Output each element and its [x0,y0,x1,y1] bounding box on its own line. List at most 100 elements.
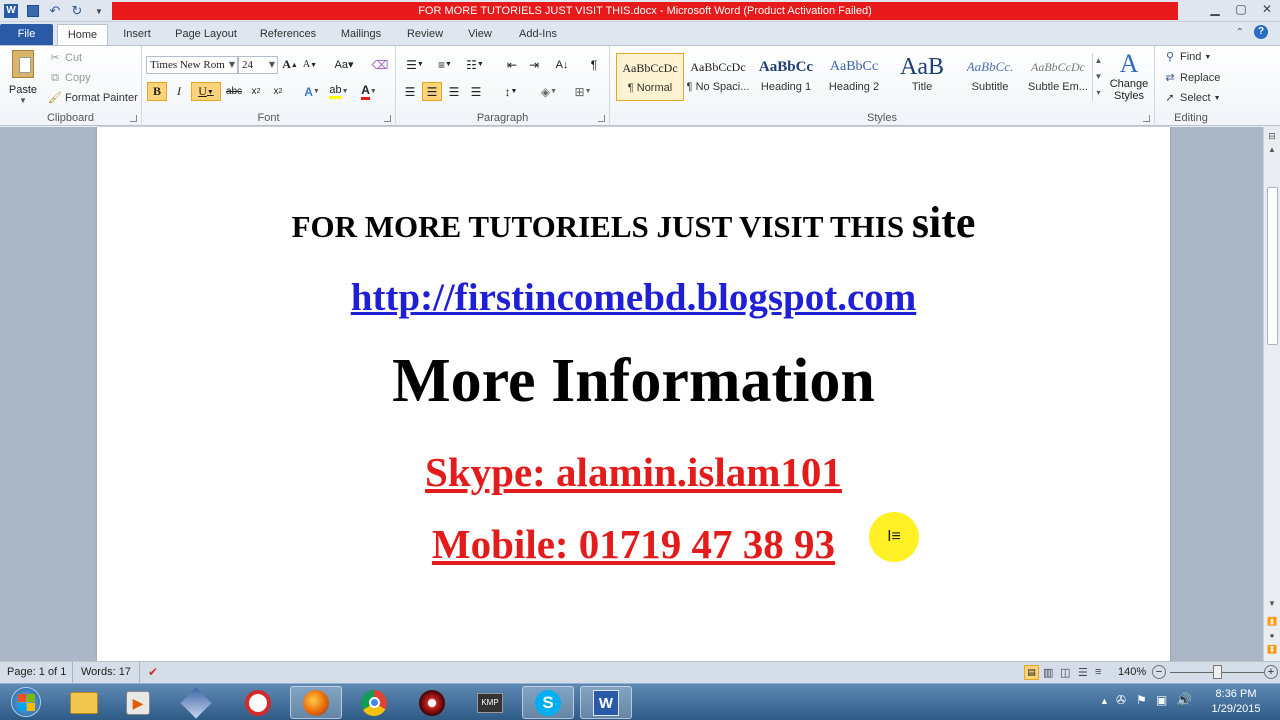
align-right-icon[interactable]: ☰ [444,82,464,101]
minimize-icon[interactable]: ▁ [1202,0,1228,18]
tab-references[interactable]: References [252,24,324,45]
font-name-dropdown-icon[interactable]: ▼ [229,57,235,73]
show-hidden-icons-icon[interactable]: ▲ [1100,696,1109,706]
doc-link[interactable]: http://firstincomebd.blogspot.com [97,275,1170,320]
style-no-spacing[interactable]: AaBbCcDc ¶ No Spaci... [684,53,752,101]
full-screen-reading-icon[interactable]: ▥ [1043,666,1053,679]
style-normal[interactable]: AaBbCcDc ¶ Normal [616,53,684,101]
style-subtitle[interactable]: AaBbCc. Subtitle [956,53,1024,101]
action-center-flag-icon[interactable]: ⚑ [1136,693,1147,707]
app-taskbar-icon[interactable] [170,686,222,719]
media-app-taskbar-icon[interactable] [406,686,458,719]
subscript-icon[interactable]: x2 [246,82,266,101]
zoom-in-icon[interactable]: + [1264,665,1278,679]
draft-view-icon[interactable]: ≡ [1095,666,1101,678]
save-icon[interactable] [24,2,42,20]
select-button[interactable]: ➚ Select ▼ [1163,91,1220,105]
proofing-icon[interactable]: ✔ [148,665,158,679]
firefox-taskbar-icon[interactable] [290,686,342,719]
clipboard-dialog-launcher-icon[interactable] [130,115,137,122]
vertical-scrollbar[interactable]: ⊟ ▲ ▼ ⏫ ● ⏬ [1263,127,1280,661]
browse-object-icon[interactable]: ● [1266,631,1278,643]
ccleaner-taskbar-icon[interactable] [232,686,284,719]
grow-font-icon[interactable]: A ▲ [280,55,300,74]
outline-view-icon[interactable]: ☰ [1078,666,1088,679]
shading-icon[interactable]: ◈ ▼ [534,82,564,101]
undo-icon[interactable]: ↶ [46,2,64,20]
page-count[interactable]: Page: 1 of 1 [7,666,66,678]
paragraph-dialog-launcher-icon[interactable] [598,115,605,122]
skype-taskbar-icon[interactable]: S [522,686,574,719]
start-button[interactable] [6,685,46,719]
decrease-indent-icon[interactable]: ⇤ [502,55,522,74]
change-styles-button[interactable]: A Change Styles [1106,50,1152,110]
scroll-down-icon[interactable]: ▼ [1266,599,1278,613]
font-size-combo[interactable]: 24 ▼ [238,56,278,74]
scrollbar-thumb[interactable] [1267,187,1278,345]
justify-icon[interactable]: ☰ [466,82,486,101]
style-heading-1[interactable]: AaBbCc Heading 1 [752,53,820,101]
tab-add-ins[interactable]: Add-Ins [510,24,566,45]
font-color-icon[interactable]: A ▼ [356,82,382,101]
tab-review[interactable]: Review [400,24,450,45]
style-title[interactable]: AaB Title [888,53,956,101]
word-count[interactable]: Words: 17 [81,666,131,678]
scroll-up-icon[interactable]: ▲ [1266,145,1278,159]
kmplayer-taskbar-icon[interactable]: KMP [464,686,516,719]
volume-icon[interactable]: 🔊 [1176,692,1192,708]
increase-indent-icon[interactable]: ⇥ [524,55,544,74]
explorer-taskbar-icon[interactable] [58,686,110,719]
show-formatting-marks-icon[interactable]: ¶ [584,55,604,74]
underline-button[interactable]: U ▼ [191,82,221,101]
network-icon[interactable]: ▣ [1156,693,1167,707]
help-icon[interactable]: ? [1254,25,1268,39]
clear-formatting-icon[interactable]: ⌫ [370,55,390,74]
bold-button[interactable]: B [147,82,167,101]
copy-button[interactable]: ⧉ Copy [48,71,91,85]
font-dialog-launcher-icon[interactable] [384,115,391,122]
word-taskbar-icon[interactable]: W [580,686,632,719]
font-name-combo[interactable]: Times New Rom ▼ [146,56,238,74]
multilevel-list-icon[interactable]: ☷ ▼ [462,55,488,74]
document-page[interactable]: FOR MORE TUTORIELS JUST VISIT THIS site … [97,127,1170,661]
line-spacing-icon[interactable]: ↕ ▼ [498,82,524,101]
replace-button[interactable]: ⇄ Replace [1163,71,1220,85]
doc-line-title[interactable]: FOR MORE TUTORIELS JUST VISIT THIS site [97,197,1170,248]
format-painter-button[interactable]: 🖌 Format Painter [48,91,138,105]
maximize-icon[interactable]: ▢ [1228,0,1254,18]
close-icon[interactable]: ✕ [1254,0,1280,18]
font-size-dropdown-icon[interactable]: ▼ [269,57,275,73]
find-button[interactable]: ⚲ Find ▼ [1163,50,1211,64]
styles-dialog-launcher-icon[interactable] [1143,115,1150,122]
text-highlight-color-icon[interactable]: ab ▼ [326,82,352,101]
style-subtle-emphasis[interactable]: AaBbCcDc Subtle Em... [1024,53,1092,101]
align-left-icon[interactable]: ☰ [400,82,420,101]
web-layout-icon[interactable]: ◫ [1060,666,1070,679]
superscript-icon[interactable]: x2 [268,82,288,101]
chrome-taskbar-icon[interactable] [348,686,400,719]
zoom-level[interactable]: 140% [1118,666,1146,678]
numbering-icon[interactable]: ≡ ▼ [432,55,458,74]
shrink-font-icon[interactable]: A ▼ [300,55,320,74]
tab-page-layout[interactable]: Page Layout [168,24,244,45]
doc-heading[interactable]: More Information [97,346,1170,417]
minimize-ribbon-icon[interactable]: ⌃ [1236,27,1244,38]
system-clock[interactable]: 8:36 PM 1/29/2015 [1200,687,1272,717]
doc-skype[interactable]: Skype: alamin.islam101 [97,448,1170,496]
zoom-slider-thumb[interactable] [1213,665,1222,679]
next-page-icon[interactable]: ⏬ [1266,645,1278,657]
bullets-icon[interactable]: ☰ ▼ [402,55,428,74]
style-heading-2[interactable]: AaBbCc Heading 2 [820,53,888,101]
align-center-icon[interactable]: ☰ [422,82,442,101]
word-app-icon[interactable]: W [2,2,20,20]
change-case-icon[interactable]: Aa▾ [332,55,356,74]
paste-button[interactable]: Paste ▼ [6,50,40,106]
customize-qat-icon[interactable]: ▼ [90,2,108,20]
text-effects-icon[interactable]: A ▼ [300,82,324,101]
ruler-toggle-icon[interactable]: ⊟ [1266,131,1278,143]
redo-icon[interactable]: ↻ [68,2,86,20]
zoom-out-icon[interactable]: − [1152,665,1166,679]
styles-scroll[interactable]: ▲ ▼ ▾ [1092,53,1104,101]
strikethrough-icon[interactable]: abc [224,82,244,101]
previous-page-icon[interactable]: ⏫ [1266,617,1278,629]
